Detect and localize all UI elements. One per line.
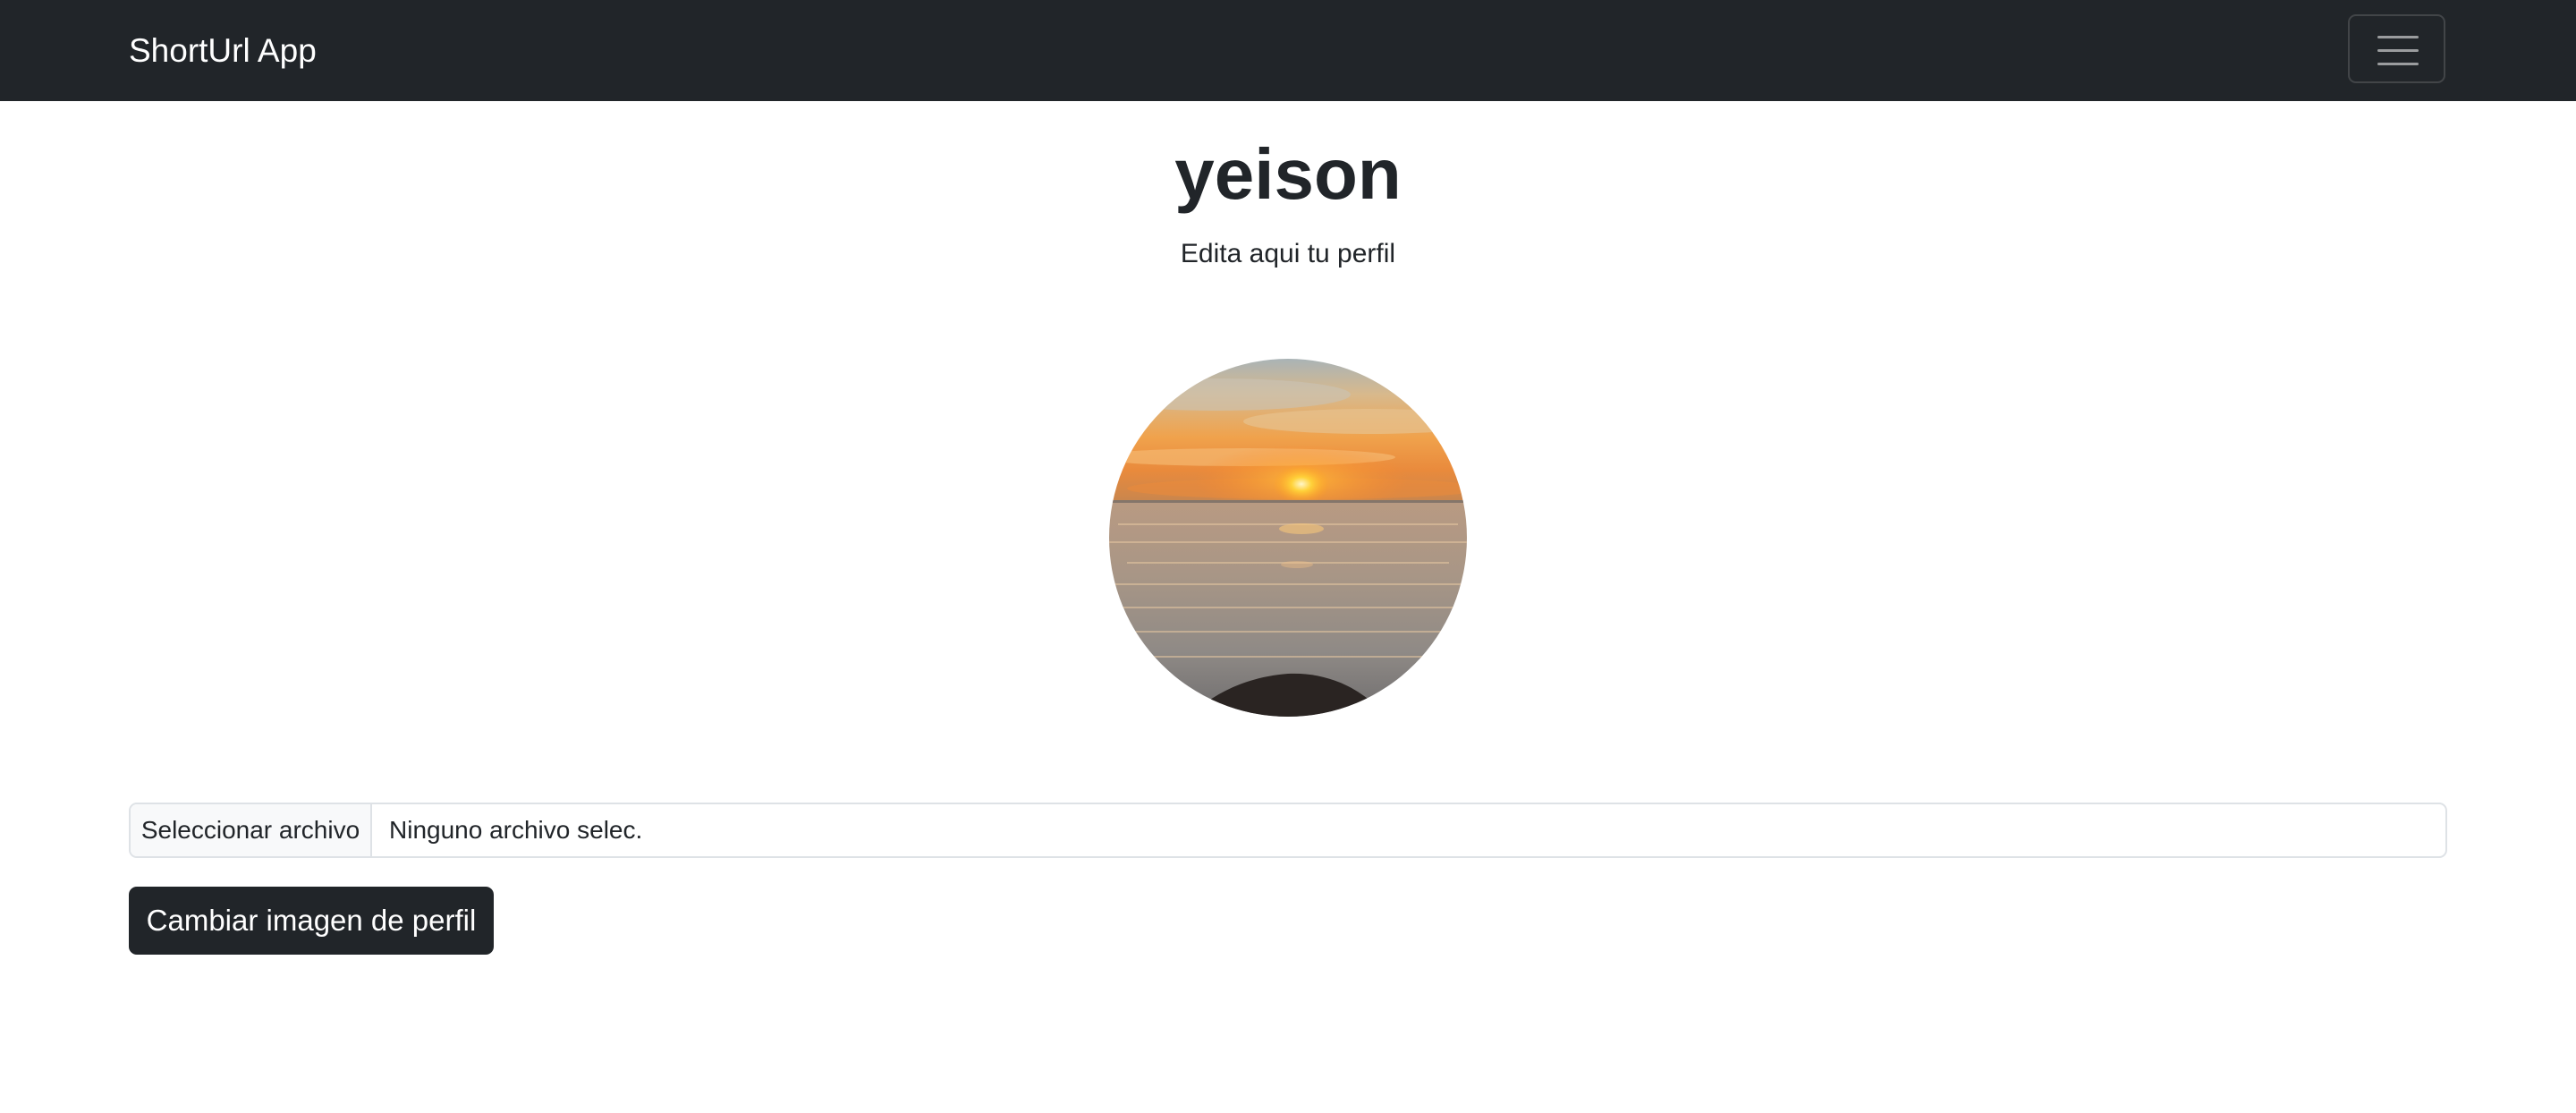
profile-subtitle: Edita aqui tu perfil (1180, 239, 1396, 268)
choose-file-button[interactable]: Seleccionar archivo (131, 804, 372, 856)
top-navbar: ShortUrl App (0, 0, 2576, 101)
avatar-image (1109, 359, 1467, 717)
profile-username: yeison (1174, 134, 1402, 214)
hamburger-menu-icon (2377, 34, 2419, 66)
file-input[interactable]: Seleccionar archivo Ninguno archivo sele… (129, 803, 2447, 858)
change-profile-image-button[interactable]: Cambiar imagen de perfil (129, 887, 494, 955)
navbar-brand[interactable]: ShortUrl App (129, 27, 317, 75)
file-status-text: Ninguno archivo selec. (389, 816, 643, 844)
navbar-toggler-button[interactable] (2348, 14, 2445, 83)
profile-avatar (1109, 359, 1467, 717)
